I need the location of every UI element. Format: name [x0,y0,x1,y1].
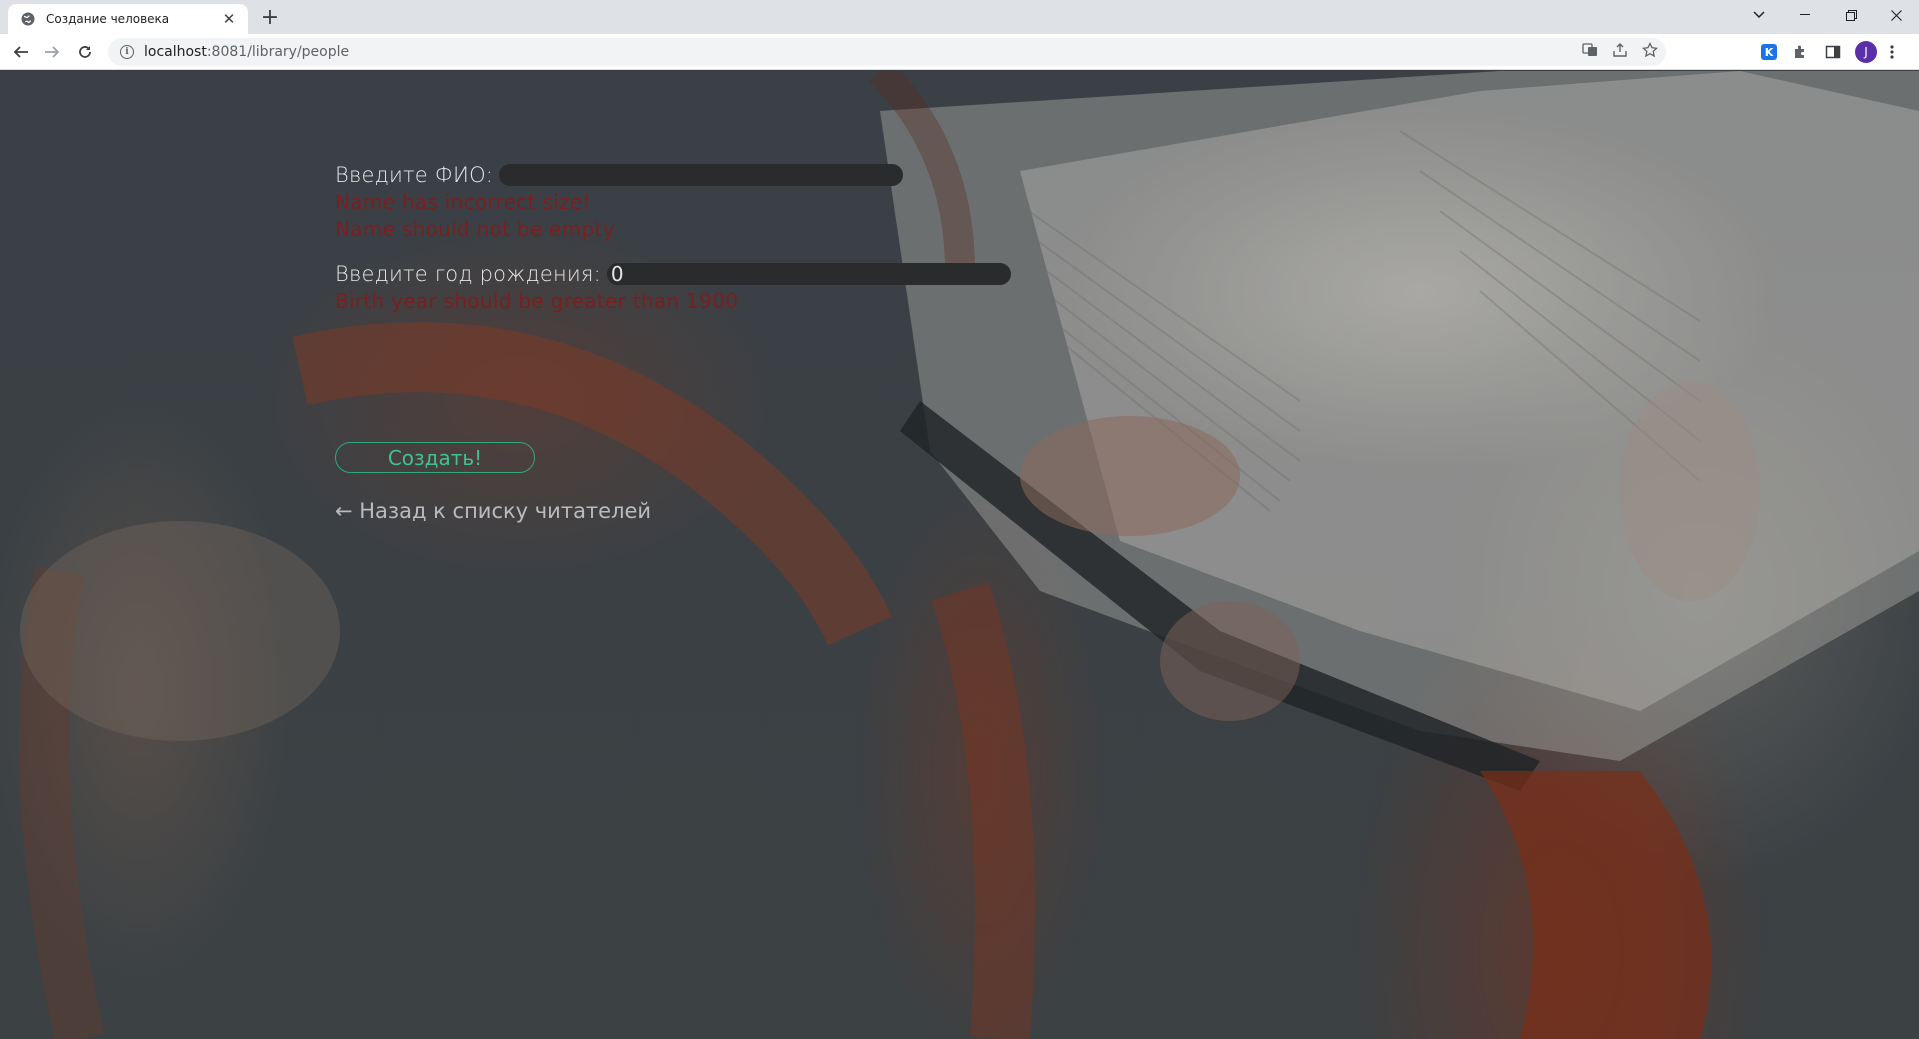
url-text: localhost:8081/library/people [144,44,350,60]
reload-icon[interactable] [71,38,99,66]
back-arrow-icon[interactable] [7,38,35,66]
browser-toolbar: i localhost:8081/library/people K J [0,34,1919,70]
globe-icon [20,11,36,27]
translate-icon[interactable] [1582,42,1598,62]
close-window-icon[interactable] [1873,0,1919,30]
side-panel-icon[interactable] [1825,38,1841,66]
year-input[interactable] [606,263,1011,285]
menu-dots-icon[interactable] [1890,38,1894,66]
address-bar[interactable]: i localhost:8081/library/people [108,38,1666,66]
bookmark-star-icon[interactable] [1641,41,1659,62]
name-field-row: Введите ФИО: [335,161,1235,189]
active-tab[interactable]: Создание человека ✕ [8,4,248,34]
page-content: Введите ФИО: Name has incorrect size! Na… [0,71,1919,1039]
name-input[interactable] [499,164,904,186]
year-label: Введите год рождения: [335,262,601,286]
new-tab-button[interactable]: + [258,6,282,30]
name-label: Введите ФИО: [335,163,494,187]
name-error-empty: Name should not be empty [335,217,615,241]
year-error: Birth year should be greater than 1900 [335,289,739,313]
person-create-form: Введите ФИО: Name has incorrect size! Na… [335,161,1235,523]
extensions-puzzle-icon[interactable] [1792,38,1808,66]
forward-arrow-icon[interactable] [38,38,66,66]
name-error-size: Name has incorrect size! [335,190,591,214]
site-info-icon[interactable]: i [120,45,134,59]
restore-icon[interactable] [1828,0,1874,30]
tab-search-icon[interactable] [1736,0,1782,30]
tab-close-icon[interactable]: ✕ [220,10,238,28]
back-to-readers-link[interactable]: ← Назад к списку читателей [335,499,651,523]
tab-strip: Создание человека ✕ + [0,0,1919,34]
tab-title: Создание человека [46,12,170,26]
profile-avatar[interactable]: J [1855,38,1877,66]
year-field-row: Введите год рождения: [335,260,1235,288]
create-button[interactable]: Создать! [335,442,535,473]
minimize-icon[interactable] [1782,0,1828,30]
share-icon[interactable] [1612,42,1628,62]
extension-k-icon[interactable]: K [1761,38,1777,66]
